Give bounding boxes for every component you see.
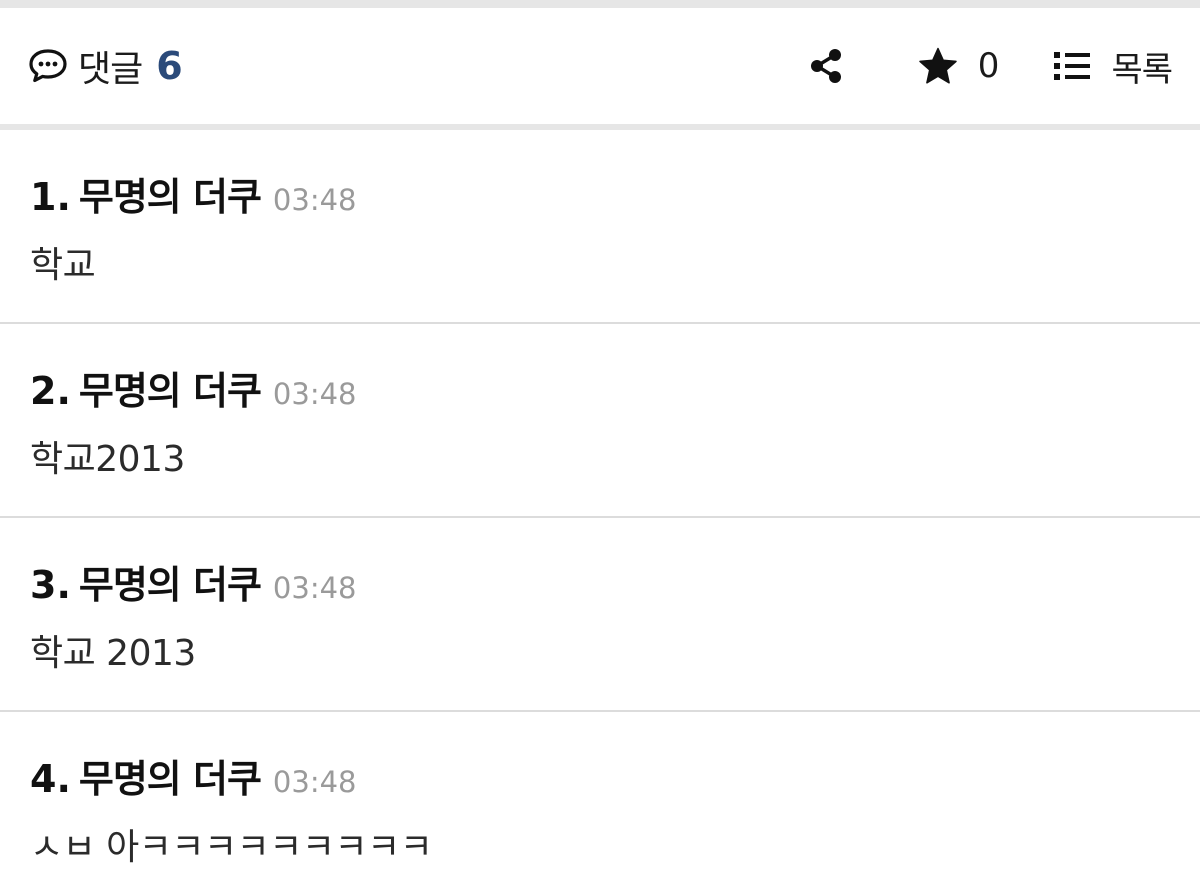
comment-meta: 4. 무명의 더쿠 03:48 bbox=[30, 748, 1170, 810]
favorite-count: 0 bbox=[977, 46, 1000, 86]
comment-number: 3. bbox=[30, 563, 71, 607]
comment-item: 3. 무명의 더쿠 03:48 학교 2013 bbox=[0, 518, 1200, 712]
comment-body: 학교 bbox=[30, 245, 96, 286]
comment-body: ㅅㅂ 아ㅋㅋㅋㅋㅋㅋㅋㅋㅋ bbox=[30, 827, 433, 868]
comment-header: 댓글 6 0 목록 bbox=[0, 8, 1200, 124]
comment-body: 학교 2013 bbox=[30, 633, 196, 674]
comment-summary: 댓글 6 bbox=[28, 40, 183, 92]
comment-meta: 3. 무명의 더쿠 03:48 bbox=[30, 554, 1170, 616]
favorite-button[interactable]: 0 bbox=[918, 46, 1000, 86]
comment-time: 03:48 bbox=[272, 377, 357, 411]
comment-label: 댓글 bbox=[78, 49, 143, 90]
top-strip bbox=[0, 0, 1200, 8]
list-icon bbox=[1053, 49, 1091, 83]
comment-time: 03:48 bbox=[272, 571, 357, 605]
comment-time: 03:48 bbox=[272, 765, 357, 799]
comment-author[interactable]: 무명의 더쿠 bbox=[79, 360, 262, 415]
share-button[interactable] bbox=[806, 46, 846, 86]
star-icon bbox=[918, 46, 958, 86]
comment-count: 6 bbox=[156, 44, 183, 88]
comment-body: 학교2013 bbox=[30, 439, 185, 480]
comment-list: 1. 무명의 더쿠 03:48 학교 2. 무명의 더쿠 03:48 학교201… bbox=[0, 130, 1200, 894]
header-actions: 0 목록 bbox=[806, 42, 1173, 91]
share-icon bbox=[810, 49, 841, 83]
comment-item: 2. 무명의 더쿠 03:48 학교2013 bbox=[0, 324, 1200, 518]
list-button[interactable]: 목록 bbox=[1053, 42, 1173, 91]
comment-meta: 2. 무명의 더쿠 03:48 bbox=[30, 360, 1170, 422]
comment-number: 1. bbox=[30, 175, 71, 219]
list-label: 목록 bbox=[1111, 49, 1173, 90]
comment-meta: 1. 무명의 더쿠 03:48 bbox=[30, 166, 1170, 228]
comment-time: 03:48 bbox=[272, 183, 357, 217]
comment-item: 1. 무명의 더쿠 03:48 학교 bbox=[0, 130, 1200, 324]
comment-author[interactable]: 무명의 더쿠 bbox=[79, 554, 262, 609]
comment-number: 4. bbox=[30, 757, 71, 801]
comment-author[interactable]: 무명의 더쿠 bbox=[79, 748, 262, 803]
speech-bubble-icon bbox=[28, 48, 68, 84]
comment-item: 4. 무명의 더쿠 03:48 ㅅㅂ 아ㅋㅋㅋㅋㅋㅋㅋㅋㅋ bbox=[0, 712, 1200, 894]
comment-author[interactable]: 무명의 더쿠 bbox=[79, 166, 262, 221]
comment-number: 2. bbox=[30, 369, 71, 413]
